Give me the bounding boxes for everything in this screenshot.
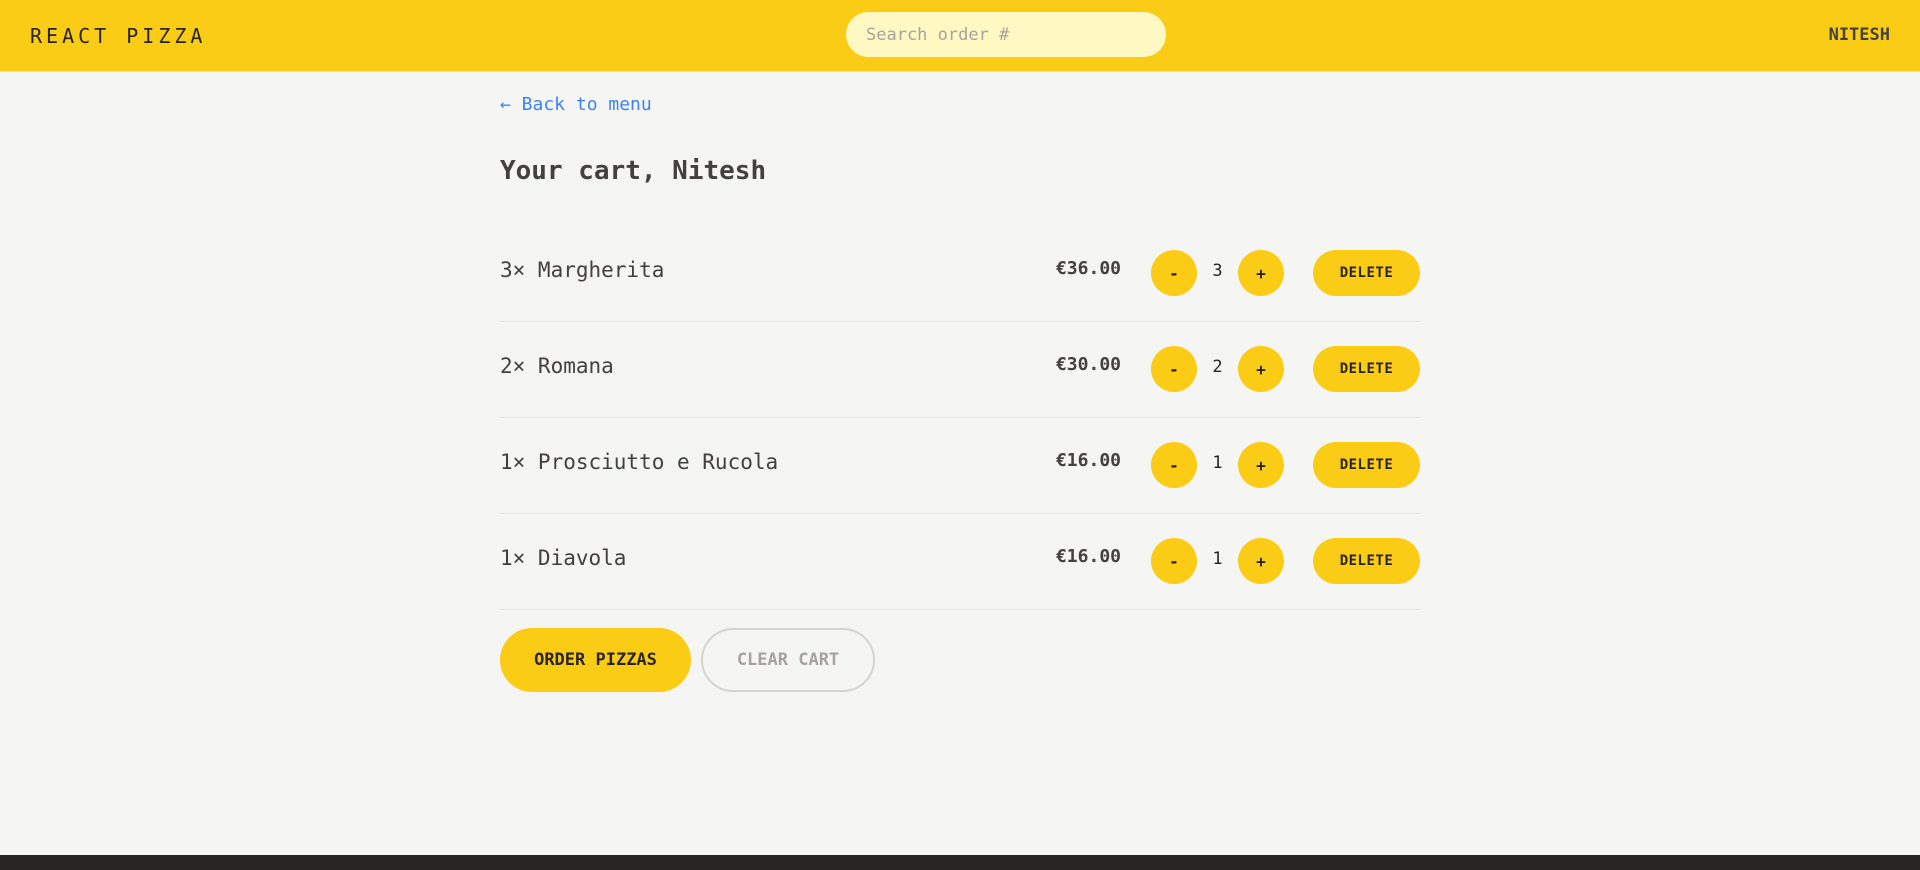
cart-item-price: €16.00 [1055,450,1121,471]
decrease-quantity-button[interactable]: - [1151,250,1197,296]
cart-item-name: 1× Diavola [500,546,627,570]
cart-item: 1× Prosciutto e Rucola €16.00 - 1 + DELE… [500,418,1420,514]
delete-item-button[interactable]: DELETE [1313,250,1420,296]
delete-item-button[interactable]: DELETE [1313,346,1420,392]
decrease-quantity-button[interactable]: - [1151,538,1197,584]
clear-cart-button[interactable]: CLEAR CART [701,628,875,692]
cart-item: 1× Diavola €16.00 - 1 + DELETE [500,514,1420,610]
increase-quantity-button[interactable]: + [1238,250,1284,296]
back-to-menu-link[interactable]: ← Back to menu [500,94,652,115]
increase-quantity-button[interactable]: + [1238,346,1284,392]
cart-item: 2× Romana €30.00 - 2 + DELETE [500,322,1420,418]
app-header: REACT PIZZA NITESH [0,0,1920,72]
item-quantity: 3 [1212,261,1223,281]
cart-item-name: 2× Romana [500,354,614,378]
item-quantity: 1 [1212,453,1223,473]
page-title: Your cart, Nitesh [500,156,767,186]
cart-item-name: 1× Prosciutto e Rucola [500,450,779,474]
decrease-quantity-button[interactable]: - [1151,346,1197,392]
decrease-quantity-button[interactable]: - [1151,442,1197,488]
cart-item-name: 3× Margherita [500,258,665,282]
logo-link[interactable]: REACT PIZZA [30,24,206,48]
search-input[interactable] [846,12,1166,57]
username: NITESH [1828,25,1890,45]
item-quantity: 1 [1212,549,1223,569]
footer-bar [0,855,1920,870]
cart-item-price: €36.00 [1055,258,1121,279]
order-pizzas-button[interactable]: ORDER PIZZAS [500,628,691,692]
increase-quantity-button[interactable]: + [1238,538,1284,584]
delete-item-button[interactable]: DELETE [1313,442,1420,488]
cart-item-price: €16.00 [1055,546,1121,567]
cart-list: 3× Margherita €36.00 - 3 + DELETE 2× Rom… [500,226,1420,610]
cart-item: 3× Margherita €36.00 - 3 + DELETE [500,226,1420,322]
increase-quantity-button[interactable]: + [1238,442,1284,488]
item-quantity: 2 [1212,357,1223,377]
delete-item-button[interactable]: DELETE [1313,538,1420,584]
cart-item-price: €30.00 [1055,354,1121,375]
